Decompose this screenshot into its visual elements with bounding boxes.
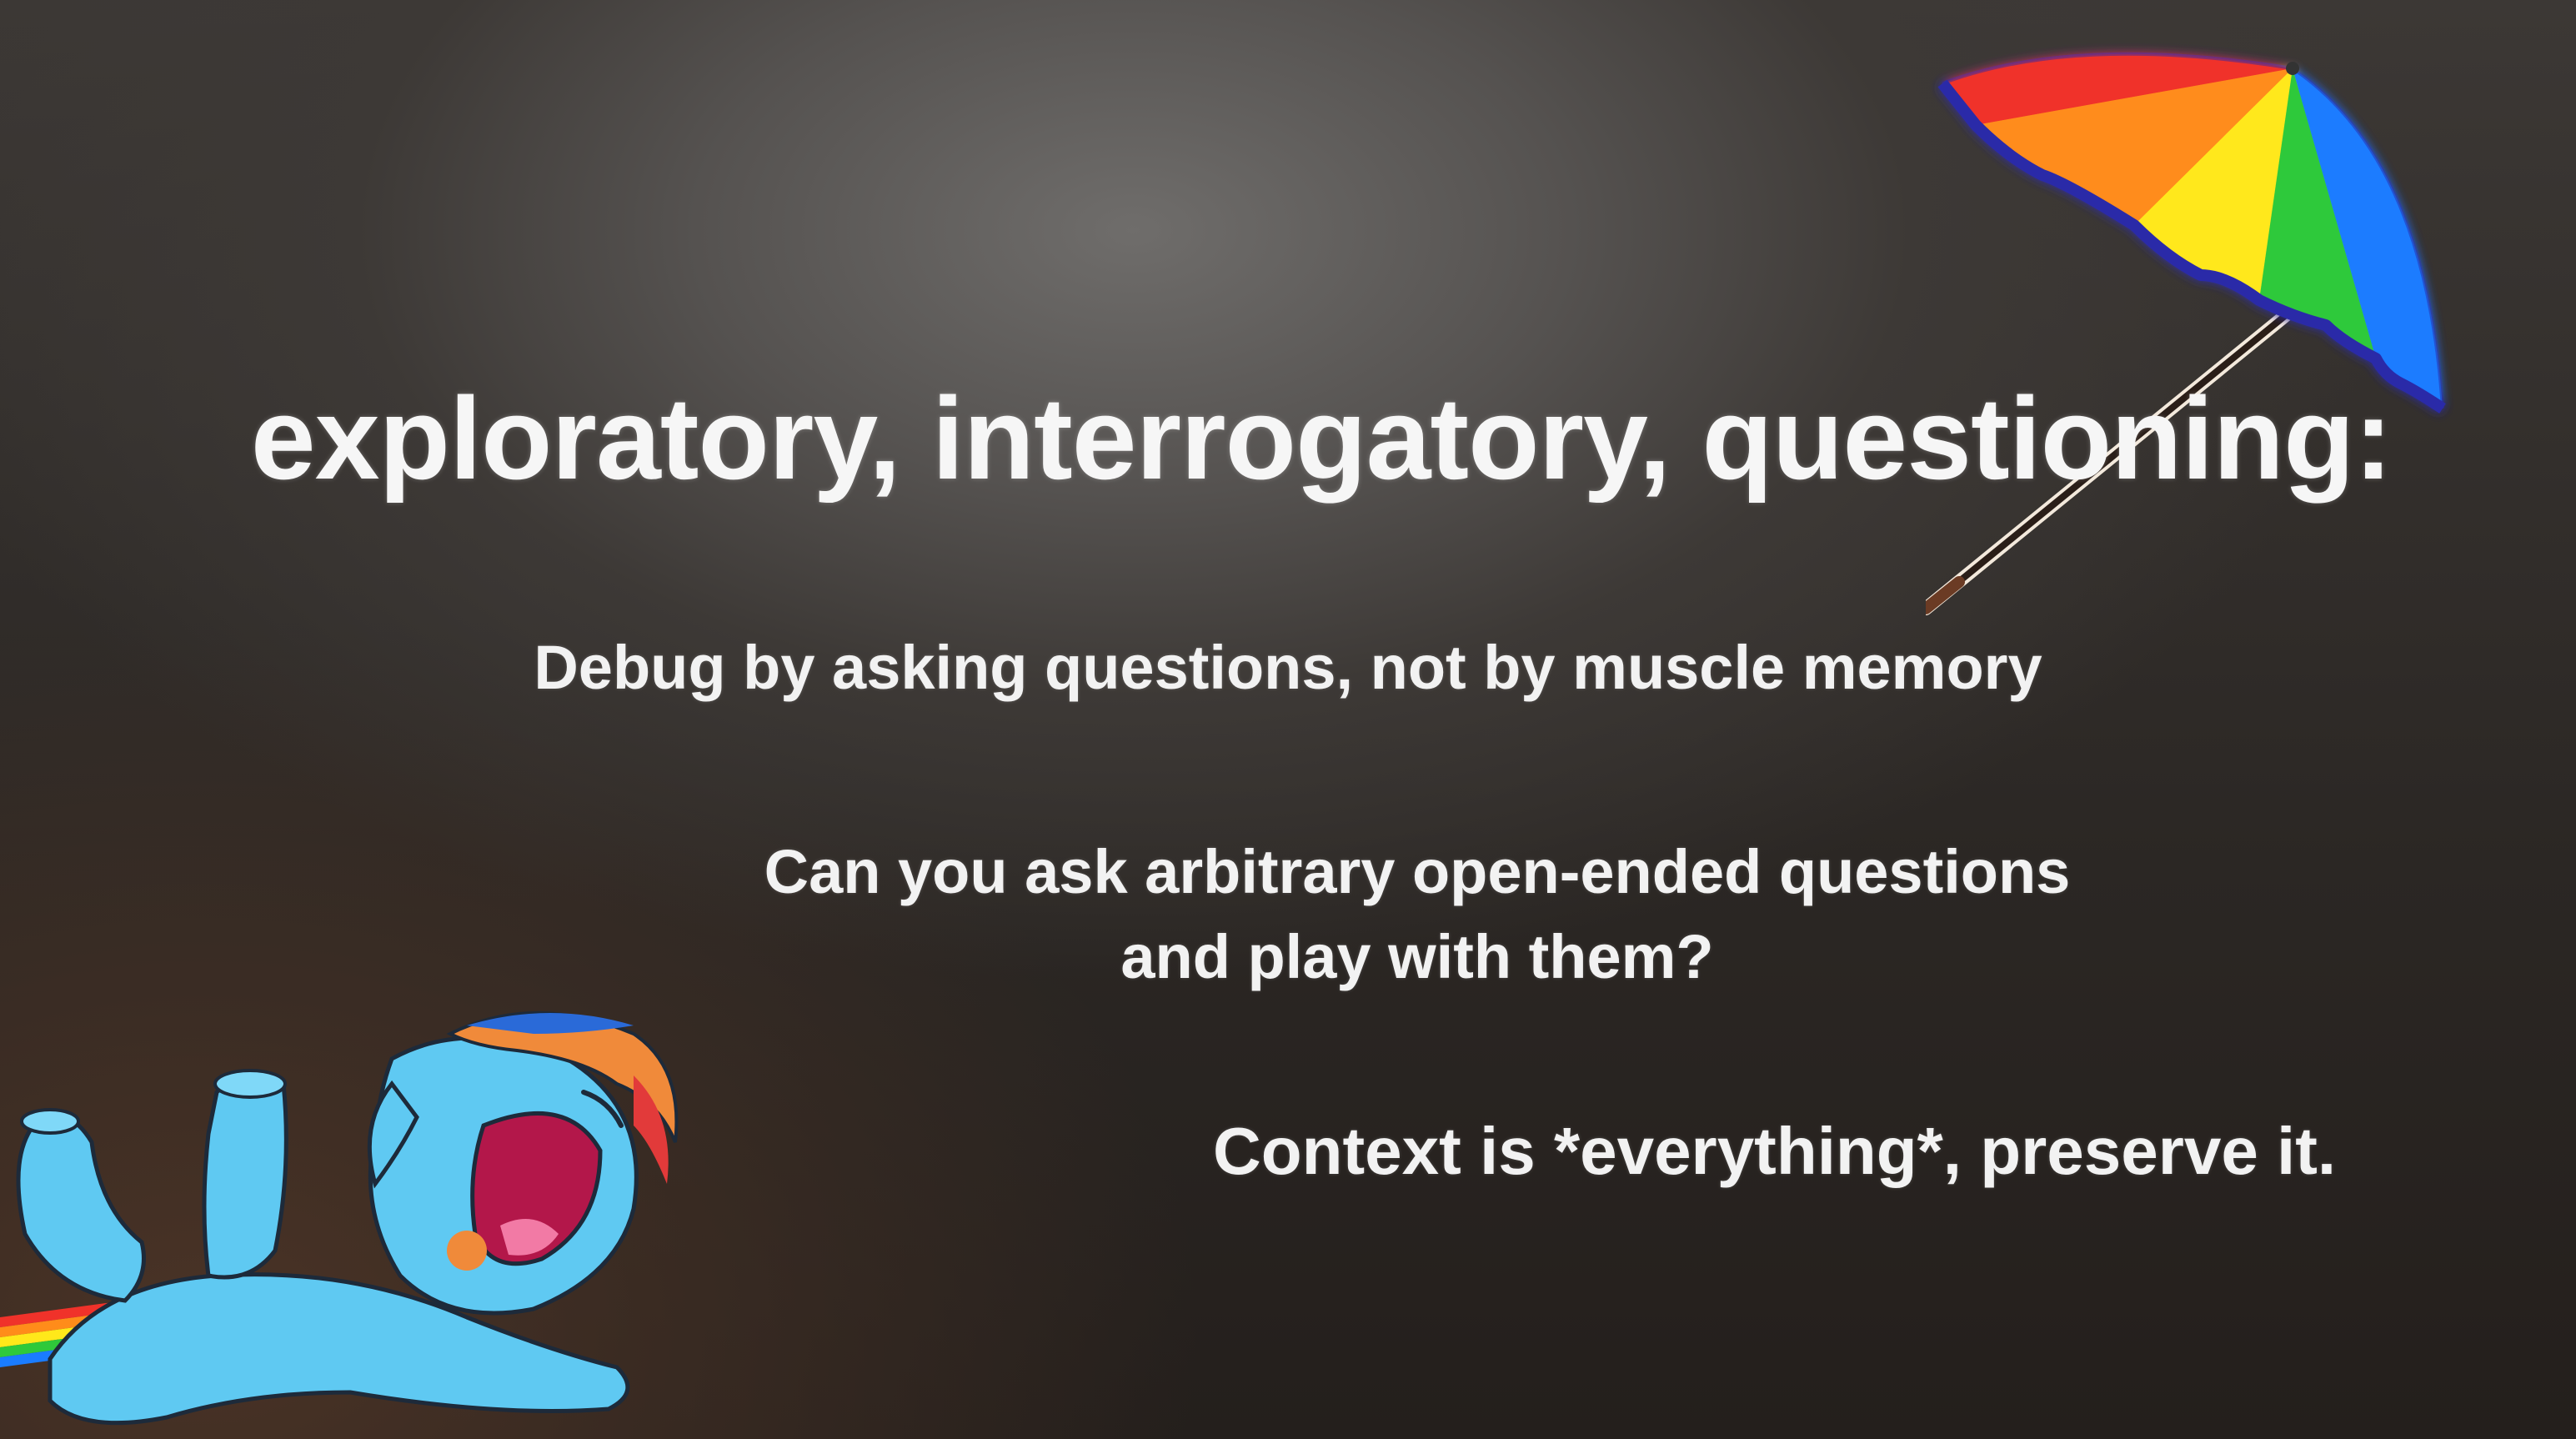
question-line-2: and play with them? (1120, 922, 1714, 991)
presentation-slide: exploratory, interrogatory, questioning:… (0, 0, 2576, 1439)
question-line-1: Can you ask arbitrary open-ended questio… (764, 837, 2071, 906)
question-block: Can you ask arbitrary open-ended questio… (650, 830, 2184, 1000)
umbrella-icon (1926, 52, 2446, 615)
debug-statement: Debug by asking questions, not by muscle… (534, 633, 2042, 702)
context-statement: Context is *everything*, preserve it. (1213, 1114, 2337, 1188)
pony-illustration (0, 1011, 679, 1426)
slide-title: exploratory, interrogatory, questioning: (250, 373, 2393, 504)
